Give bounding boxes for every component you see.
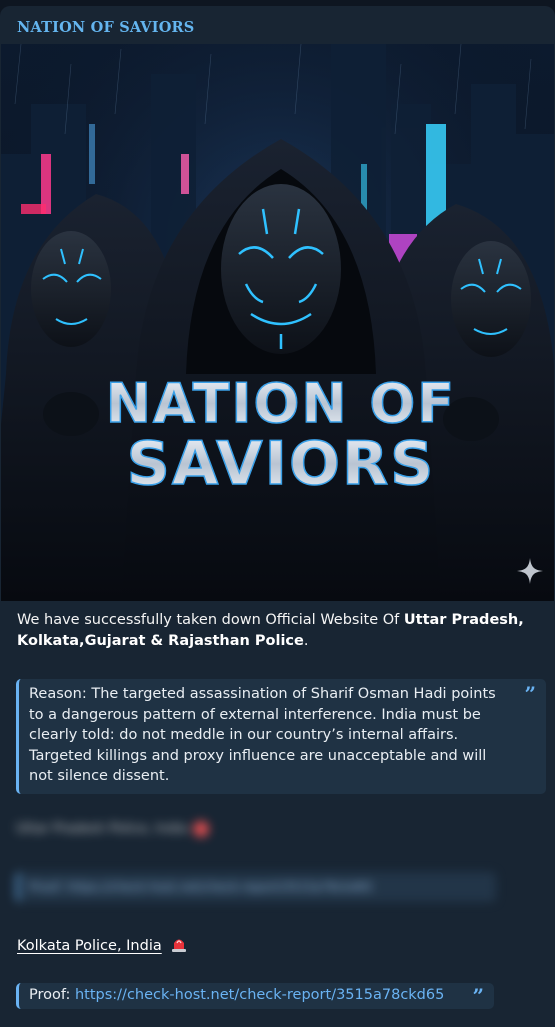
proof-label: Proof: [29, 987, 71, 1003]
reason-blockquote: Reason: The targeted assassination of Sh… [16, 679, 546, 794]
spoiler-text-1: Uttar Pradesh Police, India [16, 821, 188, 837]
poster-title-line2: SAVIORS [127, 429, 436, 499]
channel-name[interactable]: NATION OF SAVIORS [17, 19, 194, 36]
sparkle-icon [517, 558, 543, 584]
poster-title-line1: NATION OF [106, 372, 456, 435]
quote-icon: ” [472, 984, 484, 1008]
siren-icon [172, 939, 187, 952]
reason-text: Reason: The targeted assassination of Sh… [29, 686, 496, 784]
spoiler-line-2[interactable]: Proof: https://check-host.net/check-repo… [16, 872, 496, 902]
siren-icon [193, 821, 210, 837]
proof-blockquote: Proof: https://check-host.net/check-repo… [16, 983, 494, 1009]
proof-line: Proof: https://check-host.net/check-repo… [29, 985, 484, 1006]
spoiler-line-1[interactable]: Uttar Pradesh Police, India [16, 821, 210, 837]
quote-icon: ” [524, 682, 536, 706]
message-photo[interactable]: NATION OF SAVIORS [1, 44, 554, 601]
message-bubble[interactable]: NATION OF SAVIORS NATION OF SAVIORS We h… [0, 6, 555, 1027]
kolkata-link[interactable]: Kolkata Police, India [17, 938, 162, 954]
kolkata-line: Kolkata Police, India [17, 935, 188, 957]
hacker-poster-image: NATION OF SAVIORS [1, 44, 554, 601]
spoiler-text-2: Proof: https://check-host.net/check-repo… [29, 880, 373, 894]
proof-url-link[interactable]: https://check-host.net/check-report/3515… [75, 987, 444, 1003]
intro-text: We have successfully taken down Official… [17, 612, 404, 628]
intro-end: . [303, 633, 309, 649]
message-intro: We have successfully taken down Official… [17, 610, 537, 652]
